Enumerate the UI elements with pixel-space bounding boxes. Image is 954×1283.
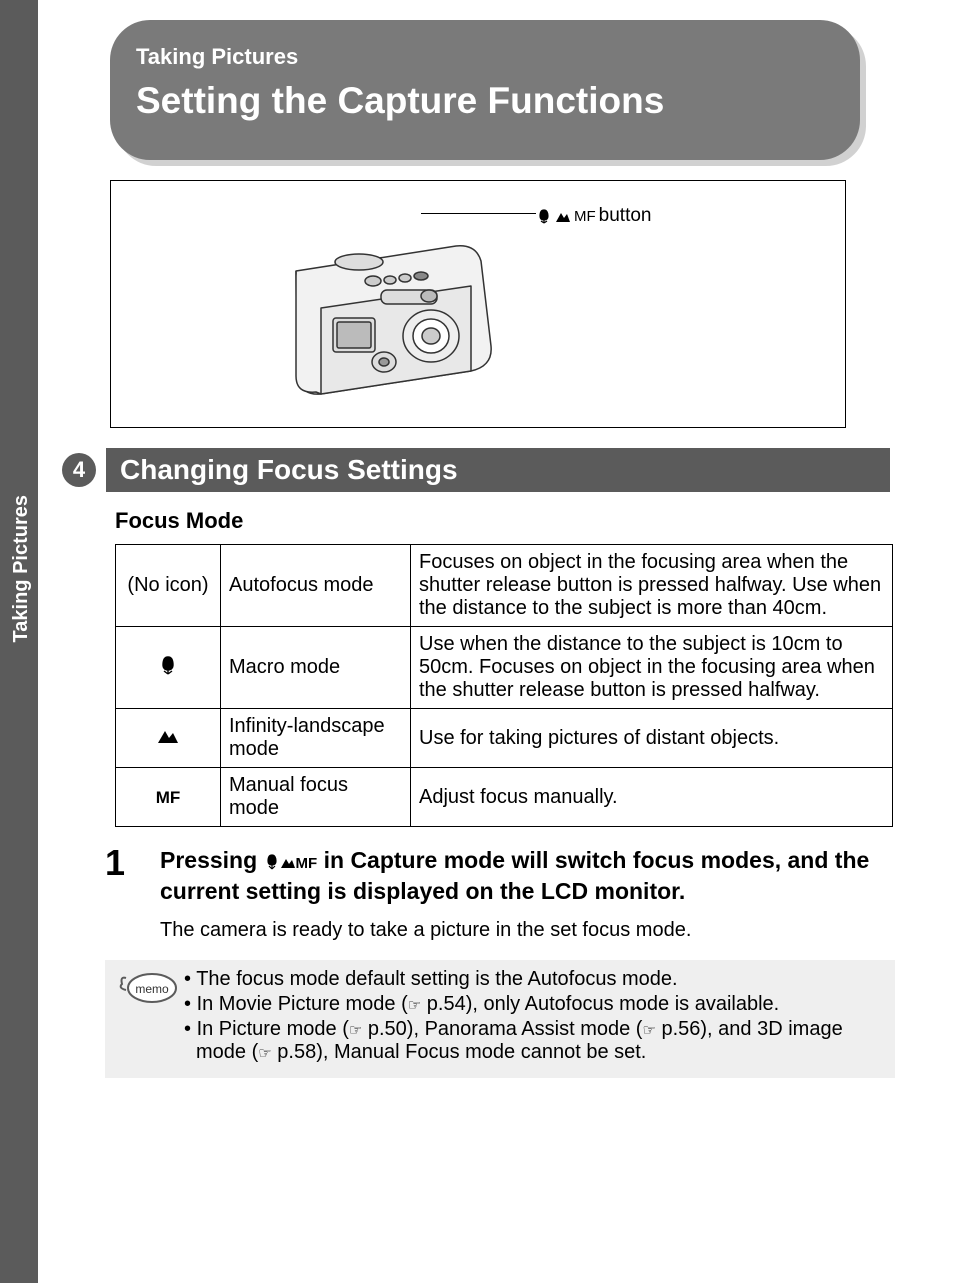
mode-name: Macro mode bbox=[221, 627, 411, 709]
page-number: 36 bbox=[0, 1232, 100, 1255]
icon-cell-mf: MF bbox=[116, 768, 221, 827]
mode-desc: Use for taking pictures of distant objec… bbox=[411, 709, 893, 768]
memo-list: The focus mode default setting is the Au… bbox=[184, 968, 889, 1066]
step-body-text: The camera is ready to take a picture in… bbox=[160, 919, 895, 942]
table-row: MF Manual focus mode Adjust focus manual… bbox=[116, 768, 893, 827]
sidebar-chapter-label: Taking Pictures bbox=[10, 495, 33, 642]
reference-icon: ☞ bbox=[258, 1045, 271, 1062]
memo-box: memo The focus mode default setting is t… bbox=[105, 960, 895, 1078]
macro-icon bbox=[158, 655, 178, 675]
table-row: Infinity-landscape mode Use for taking p… bbox=[116, 709, 893, 768]
mode-name: Autofocus mode bbox=[221, 545, 411, 627]
table-row: Macro mode Use when the distance to the … bbox=[116, 627, 893, 709]
camera-diagram: MF button bbox=[110, 180, 846, 428]
step-heading: Pressing MF in Capture mode will switch … bbox=[160, 845, 895, 907]
mf-text: MF bbox=[574, 208, 596, 225]
step-1: 1 Pressing MF in Capture mode will switc… bbox=[105, 845, 895, 942]
section-heading-bar: Changing Focus Settings bbox=[106, 448, 890, 492]
mode-desc: Focuses on object in the focusing area w… bbox=[411, 545, 893, 627]
reference-icon: ☞ bbox=[408, 997, 421, 1014]
memo-item: In Picture mode (☞ p.50), Panorama Assis… bbox=[184, 1018, 889, 1064]
focus-mode-table: (No icon) Autofocus mode Focuses on obje… bbox=[115, 544, 893, 827]
header-title: Setting the Capture Functions bbox=[136, 80, 834, 122]
mode-desc: Use when the distance to the subject is … bbox=[411, 627, 893, 709]
table-row: (No icon) Autofocus mode Focuses on obje… bbox=[116, 545, 893, 627]
memo-item: In Movie Picture mode (☞ p.54), only Aut… bbox=[184, 993, 889, 1016]
reference-icon: ☞ bbox=[349, 1022, 362, 1039]
page-header: Taking Pictures Setting the Capture Func… bbox=[110, 20, 860, 160]
icon-cell-landscape bbox=[116, 709, 221, 768]
landscape-icon bbox=[555, 209, 571, 223]
landscape-icon bbox=[280, 855, 296, 869]
mf-text: MF bbox=[296, 855, 318, 872]
icon-cell-macro bbox=[116, 627, 221, 709]
section-title: Changing Focus Settings bbox=[120, 454, 458, 485]
memo-icon: memo bbox=[116, 970, 178, 1008]
icon-cell-none: (No icon) bbox=[116, 545, 221, 627]
leader-line bbox=[421, 213, 536, 214]
landscape-icon bbox=[157, 728, 179, 744]
chapter-number-badge: 4 bbox=[62, 453, 96, 487]
mf-button-callout: MF button bbox=[536, 205, 652, 227]
reference-icon: ☞ bbox=[642, 1022, 655, 1039]
header-pretitle: Taking Pictures bbox=[136, 44, 834, 70]
camera-illustration bbox=[281, 226, 511, 401]
step-number: 1 bbox=[105, 845, 160, 881]
svg-text:memo: memo bbox=[135, 982, 169, 996]
mode-desc: Adjust focus manually. bbox=[411, 768, 893, 827]
mode-name: Infinity-landscape mode bbox=[221, 709, 411, 768]
macro-icon bbox=[536, 208, 552, 224]
macro-icon bbox=[264, 854, 280, 870]
mode-name: Manual focus mode bbox=[221, 768, 411, 827]
memo-item: The focus mode default setting is the Au… bbox=[184, 968, 889, 991]
button-label-suffix: button bbox=[599, 205, 652, 227]
step-head-pre: Pressing bbox=[160, 847, 264, 873]
focus-mode-subheading: Focus Mode bbox=[115, 508, 930, 534]
